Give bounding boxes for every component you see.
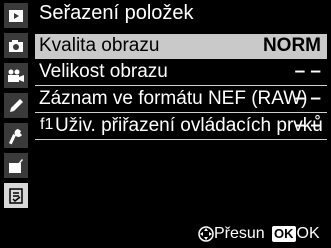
sidebar	[0, 0, 33, 248]
row-divider	[35, 139, 327, 140]
list-item-image-size[interactable]: Velikost obrazu – –	[35, 60, 327, 85]
item-label: Uživ. přiřazení ovládacích prvků	[55, 115, 323, 136]
move-label: Přesun	[214, 225, 265, 242]
tab-movie[interactable]	[4, 63, 28, 88]
wrench-icon	[8, 128, 22, 144]
multi-selector-icon	[198, 226, 214, 242]
page-title: Seřazení položek	[39, 2, 194, 24]
custom-setting-f1-icon: f1	[40, 116, 54, 133]
item-value: – –	[294, 61, 321, 82]
camera-icon	[9, 39, 23, 52]
item-label: Záznam ve formátu NEF (RAW)	[39, 88, 308, 109]
row-divider	[35, 85, 327, 86]
tab-playback[interactable]	[4, 3, 28, 28]
row-divider	[35, 112, 327, 113]
ok-button-icon: OK	[272, 226, 296, 242]
item-value: – –	[294, 115, 321, 136]
retouch-icon	[9, 158, 23, 173]
tab-setup[interactable]	[4, 123, 28, 148]
item-value: NORM	[262, 35, 321, 56]
item-value: – –	[294, 88, 321, 109]
tab-retouch[interactable]	[4, 153, 28, 178]
pencil-icon	[10, 98, 23, 112]
ok-label: OK	[296, 225, 320, 242]
playback-icon	[9, 9, 23, 22]
item-label: Kvalita obrazu	[39, 35, 160, 56]
tab-shooting[interactable]	[4, 33, 28, 58]
tab-custom[interactable]	[4, 93, 28, 118]
footer-move-hint: Přesun	[198, 224, 265, 244]
list-item-custom-control-assignment[interactable]: f1 Uživ. přiřazení ovládacích prvků – –	[35, 114, 327, 139]
item-label: Velikost obrazu	[39, 61, 168, 82]
footer-ok-hint: OK OK	[272, 224, 320, 244]
list-item-nef-raw-recording[interactable]: Záznam ve formátu NEF (RAW) – –	[35, 87, 327, 112]
list-item-image-quality[interactable]: Kvalita obrazu NORM	[35, 34, 327, 59]
movie-camera-icon	[8, 69, 24, 82]
my-menu-icon	[9, 187, 23, 204]
tab-my-menu[interactable]	[4, 183, 28, 208]
